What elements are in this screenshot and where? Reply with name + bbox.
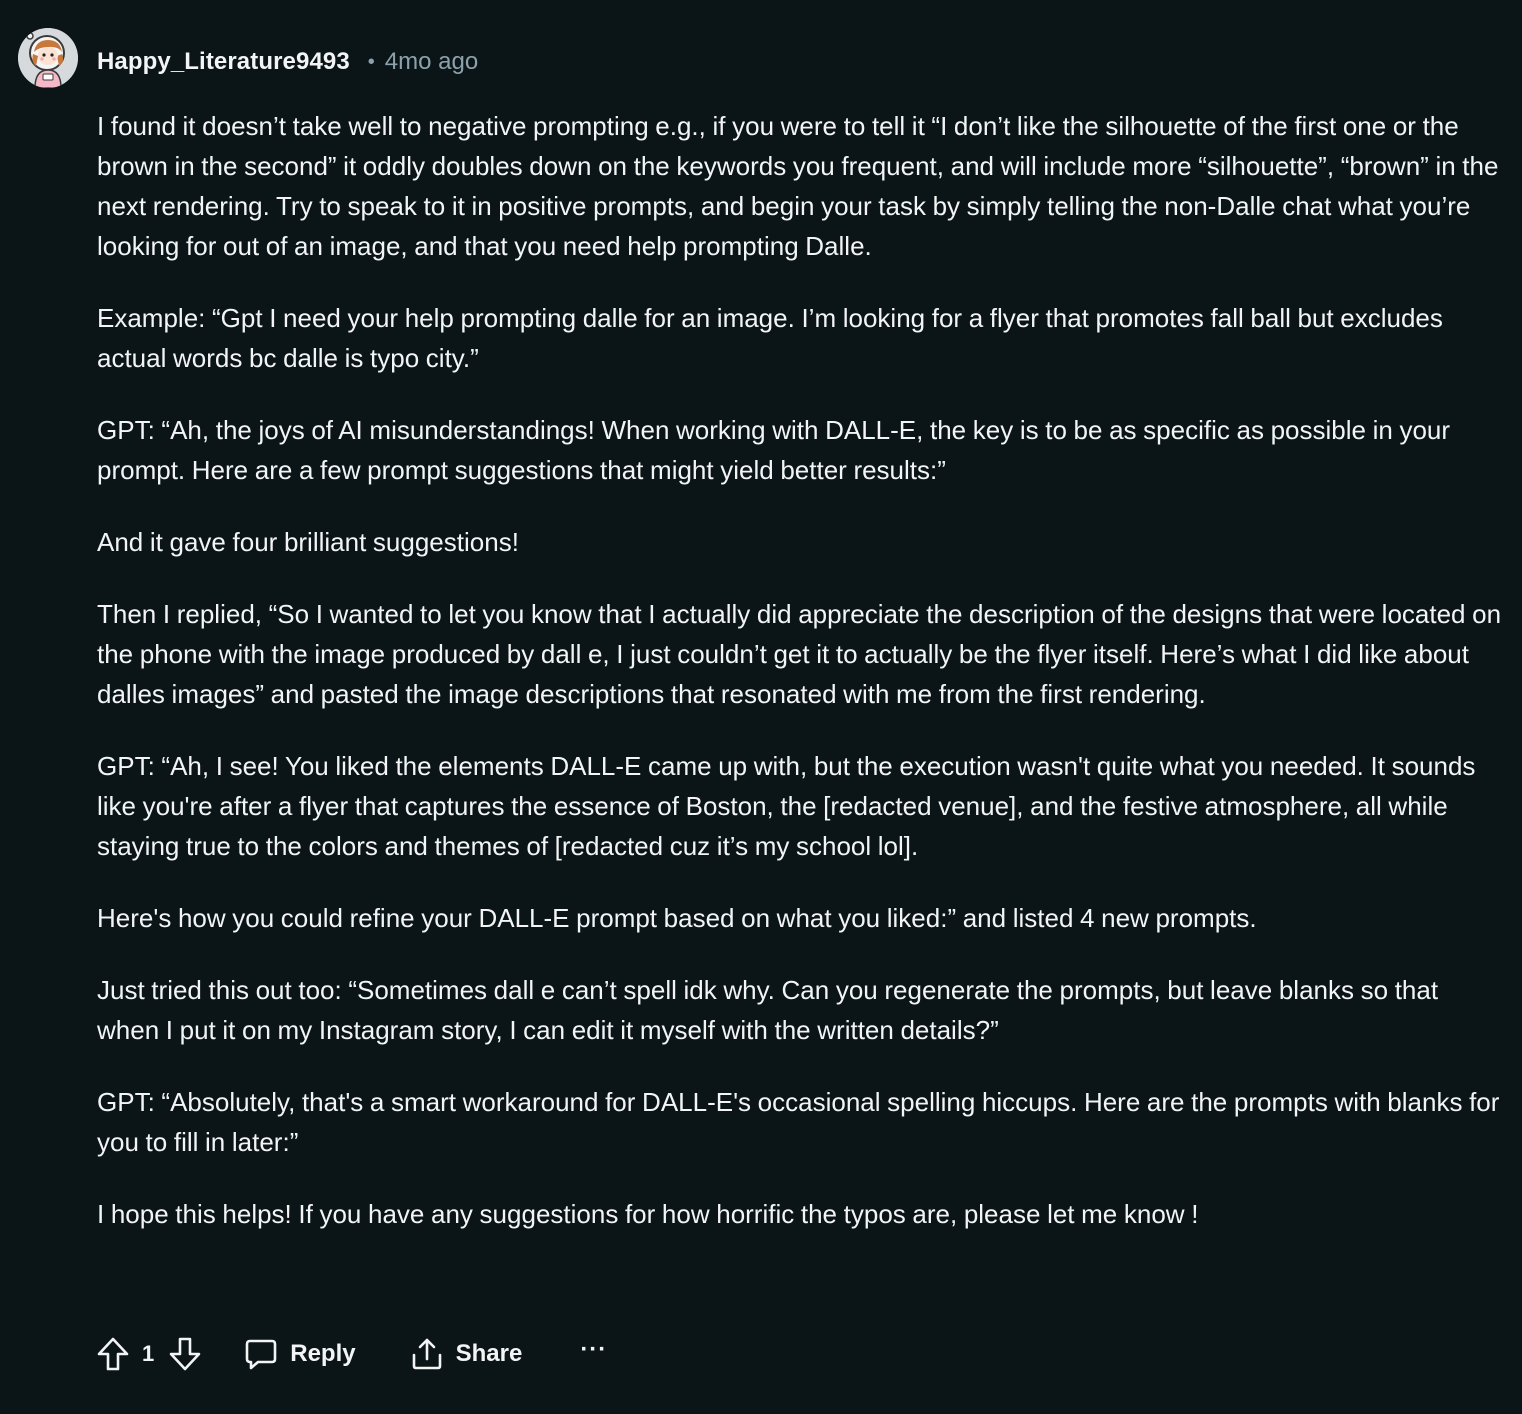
downvote-button[interactable] bbox=[168, 1336, 202, 1372]
reply-label: Reply bbox=[290, 1340, 356, 1367]
author-avatar[interactable] bbox=[18, 28, 78, 88]
comment-paragraph: Example: “Gpt I need your help prompting… bbox=[97, 303, 1443, 373]
share-upload-icon bbox=[412, 1338, 441, 1370]
speech-bubble-icon bbox=[245, 1339, 277, 1370]
comment-timestamp[interactable]: 4mo ago bbox=[385, 48, 478, 76]
share-button[interactable]: Share bbox=[410, 1337, 523, 1371]
upvote-arrow-icon bbox=[97, 1337, 129, 1371]
comment-meta: Happy_Literature9493 • 4mo ago bbox=[97, 44, 478, 80]
comment-paragraph: Then I replied, “So I wanted to let you … bbox=[97, 599, 1502, 709]
comment-paragraph: GPT: “Absolutely, that's a smart workaro… bbox=[97, 1087, 1500, 1157]
downvote-arrow-icon bbox=[169, 1337, 201, 1371]
more-options-button[interactable]: ··· bbox=[580, 1338, 607, 1368]
comment-paragraph: Just tried this out too: “Sometimes dall… bbox=[97, 975, 1439, 1045]
reply-button[interactable]: Reply bbox=[244, 1337, 356, 1371]
share-label: Share bbox=[455, 1340, 523, 1367]
vote-count: 1 bbox=[142, 1341, 155, 1366]
upvote-button[interactable] bbox=[96, 1336, 130, 1372]
astronaut-avatar-icon bbox=[18, 28, 78, 88]
comment-paragraph: GPT: “Ah, I see! You liked the elements … bbox=[97, 751, 1476, 861]
comment-paragraph: I hope this helps! If you have any sugge… bbox=[97, 1199, 1199, 1229]
comment-paragraph: Here's how you could refine your DALL-E … bbox=[97, 903, 1257, 933]
comment-paragraph: And it gave four brilliant suggestions! bbox=[97, 527, 519, 557]
meta-separator: • bbox=[367, 50, 375, 73]
comment-paragraph: I found it doesn’t take well to negative… bbox=[97, 111, 1499, 261]
comment-paragraph: GPT: “Ah, the joys of AI misunderstandin… bbox=[97, 415, 1451, 485]
comment-body: I found it doesn’t take well to negative… bbox=[97, 106, 1502, 1266]
comment-action-bar: 1 Reply Share ··· bbox=[96, 1330, 607, 1378]
comment: Happy_Literature9493 • 4mo ago I found i… bbox=[0, 0, 1522, 1414]
author-username[interactable]: Happy_Literature9493 bbox=[97, 48, 350, 76]
